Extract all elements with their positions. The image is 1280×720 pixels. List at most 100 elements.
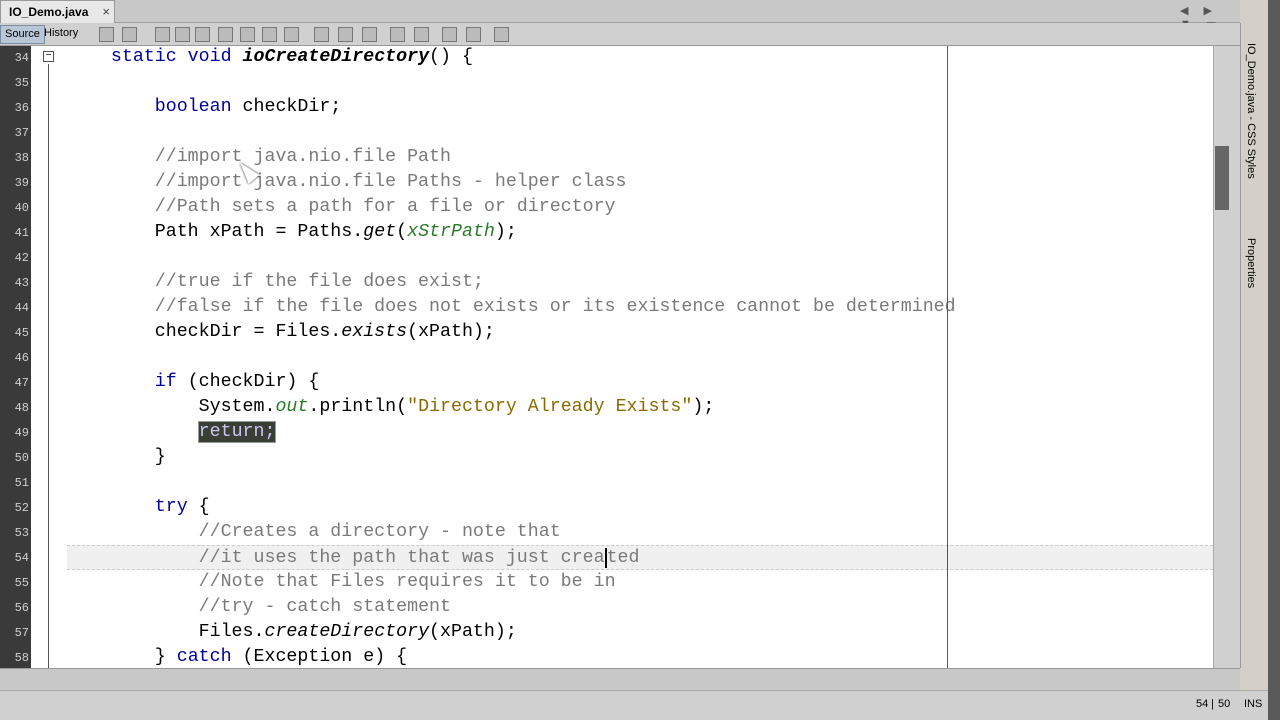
code-token: (xPath); [429,622,517,642]
toggle-rect-select-icon[interactable] [262,27,277,42]
code-line[interactable]: boolean checkDir; [67,95,342,120]
line-number: 41 [14,226,29,240]
code-line[interactable]: if (checkDir) { [67,370,320,395]
code-token: //import java.nio.file Paths - helper cl… [154,172,627,192]
code-token: ted [604,548,640,568]
code-line[interactable]: } [67,445,166,470]
tab-title: IO_Demo.java [9,5,89,19]
toggle-bookmark-icon[interactable] [338,27,353,42]
code-token: } [67,447,166,467]
code-line[interactable]: //true if the file does exist; [67,270,484,295]
code-token: boolean [154,97,243,117]
code-token: (checkDir) { [187,372,320,392]
line-number: 49 [14,426,29,440]
code-line[interactable]: //Path sets a path for a file or directo… [67,195,616,220]
forward-icon[interactable] [155,27,170,42]
close-tab-icon[interactable]: × [102,4,110,19]
code-line[interactable]: return; [67,420,277,445]
code-line[interactable]: //Creates a directory - note that [67,520,561,545]
code-line[interactable]: //false if the file does not exists or i… [67,295,956,320]
css-styles-tab[interactable]: IO_Demo.java - CSS Styles [1245,43,1257,179]
line-number: 39 [14,176,29,190]
uncomment-icon[interactable] [494,27,509,42]
comment-icon[interactable] [466,27,481,42]
line-number: 50 [14,451,29,465]
code-token: try [154,497,199,517]
code-line[interactable]: //import java.nio.file Path [67,145,451,170]
horizontal-scrollbar[interactable] [0,668,1240,690]
code-line[interactable]: System.out.println("Directory Already Ex… [67,395,715,420]
code-token: return; [197,421,277,443]
line-number: 52 [14,501,29,515]
line-number-gutter: 34 35 36 37 38 39 40 41 42 43 44 45 46 47 48 49 50 51 52 53… [0,46,31,668]
scrollbar-thumb[interactable] [1215,146,1229,210]
insert-mode[interactable]: INS [1244,698,1262,710]
code-token: .println( [308,397,408,417]
line-number: 34 [14,51,29,65]
prev-bookmark-icon[interactable] [284,27,299,42]
code-token: createDirectory [264,622,430,642]
find-next-icon[interactable] [218,27,233,42]
code-token: () { [429,47,473,67]
line-number: 45 [14,326,29,340]
line-number: 47 [14,376,29,390]
editor-tab-bar: IO_Demo.java × ◀ ▶ ▼ ▭ ⧉ [0,0,1240,42]
code-line[interactable]: Files.createDirectory(xPath); [67,620,517,645]
shift-right-icon[interactable] [390,27,405,42]
toggle-highlight-icon[interactable] [240,27,255,42]
code-token: checkDir; [242,97,342,117]
code-token: xStrPath [407,222,495,242]
code-line[interactable]: //import java.nio.file Paths - helper cl… [67,170,627,195]
code-token: System. [67,397,276,417]
line-number: 38 [14,151,29,165]
history-view-button[interactable]: History [40,25,82,44]
code-line[interactable]: try { [67,495,210,520]
code-line[interactable]: } catch (Exception e) { [67,645,407,668]
code-token: { [198,497,210,517]
cursor-column: 50 [1218,698,1231,710]
line-number: 35 [14,76,29,90]
source-view-button[interactable]: Source [0,25,45,44]
line-number: 36 [14,101,29,115]
shift-left-icon[interactable] [362,27,377,42]
fold-column [31,46,67,668]
line-number: 44 [14,301,29,315]
code-line[interactable]: //it uses the path that was just crea ted [67,545,1213,570]
properties-tab[interactable]: Properties [1245,238,1257,288]
line-number: 43 [14,276,29,290]
collapse-fold-icon[interactable]: − [43,51,54,62]
line-number: 53 [14,526,29,540]
code-token: (Exception e) { [242,647,408,667]
code-token: Path xPath = Paths. [67,222,364,242]
find-selection-icon[interactable] [195,27,210,42]
code-line[interactable]: //Note that Files requires it to be in [67,570,616,595]
code-token: ); [692,397,715,417]
window-edge [1268,0,1280,720]
line-number: 54 [14,551,29,565]
code-line[interactable]: //try - catch statement [67,595,451,620]
line-number: 37 [14,126,29,140]
code-editor[interactable]: static void ioCreateDirectory() { boolea… [67,46,1213,668]
code-token: Files. [67,622,265,642]
line-number: 51 [14,476,29,490]
find-previous-icon[interactable] [175,27,190,42]
vertical-scrollbar[interactable] [1213,46,1240,668]
code-line[interactable]: static void ioCreateDirectory() { [67,46,473,70]
code-line[interactable]: checkDir = Files.exists(xPath); [67,320,495,345]
tab-io-demo[interactable]: IO_Demo.java × [0,0,115,23]
back-icon[interactable] [122,27,137,42]
start-macro-icon[interactable] [414,27,429,42]
next-bookmark-icon[interactable] [314,27,329,42]
code-token: (xPath); [407,322,495,342]
stop-macro-icon[interactable] [442,27,457,42]
code-line[interactable]: Path xPath = Paths.get(xStrPath); [67,220,517,245]
last-edit-icon[interactable] [99,27,114,42]
